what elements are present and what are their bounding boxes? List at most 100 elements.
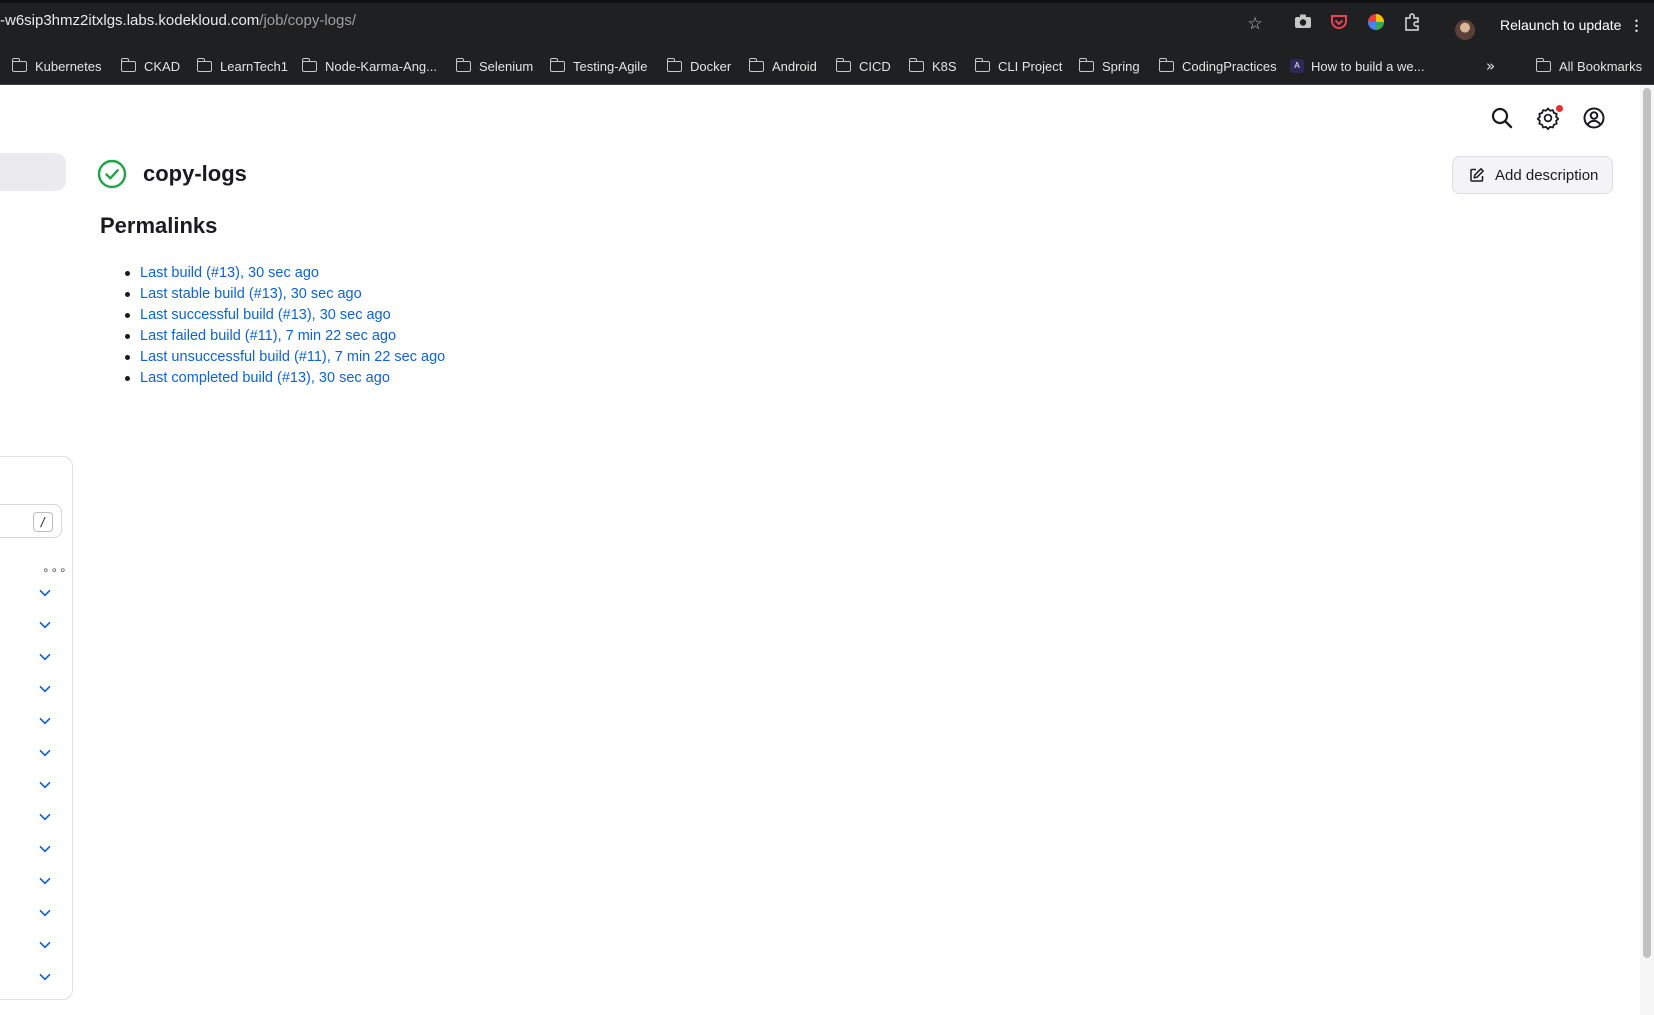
chevron-down-icon[interactable] (38, 618, 52, 632)
search-icon[interactable] (1489, 105, 1515, 131)
folder-icon (748, 57, 764, 72)
bookmark-spring[interactable]: Spring (1078, 56, 1140, 76)
bookmark-label: K8S (932, 58, 957, 74)
chevron-down-icon[interactable] (38, 810, 52, 824)
bookmark-selenium[interactable]: Selenium (455, 56, 534, 76)
list-item: Last completed build (#13), 30 sec ago (124, 368, 445, 389)
bookmark-label: CodingPractices (1182, 58, 1277, 74)
success-status-icon (97, 159, 127, 189)
chevron-down-icon[interactable] (38, 874, 52, 888)
bookmark-label: CICD (859, 58, 891, 74)
folder-icon (301, 57, 317, 72)
color-wheel-icon[interactable] (1365, 13, 1387, 35)
page-title: copy-logs (143, 161, 247, 186)
chevron-down-icon[interactable] (38, 650, 52, 664)
bookmark-codingpractices[interactable]: CodingPractices (1158, 56, 1277, 76)
bookmark-label: How to build a we... (1311, 58, 1425, 74)
permalink-last-unsuccessful-build[interactable]: Last unsuccessful build (#11), 7 min 22 … (140, 349, 445, 365)
chevron-down-icon[interactable] (38, 938, 52, 952)
scrollbar-thumb[interactable] (1643, 88, 1651, 958)
folder-icon (835, 57, 851, 72)
permalink-last-stable-build[interactable]: Last stable build (#13), 30 sec ago (140, 286, 362, 302)
user-account-icon[interactable] (1581, 105, 1607, 131)
url-path: /job/copy-logs/ (259, 12, 357, 29)
list-item: Last successful build (#13), 30 sec ago (124, 305, 445, 326)
bookmarks-bar: Kubernetes CKAD LearnTech1 Node-Karma-An… (0, 45, 1654, 85)
add-description-button[interactable]: Add description (1452, 156, 1613, 194)
bookmark-label: Docker (690, 58, 732, 74)
folder-icon (196, 57, 212, 72)
bookmark-label: CKAD (144, 58, 181, 74)
camera-icon[interactable] (1292, 13, 1314, 35)
jenkins-job-page: copy-logs Add description Permalinks Las… (0, 85, 1640, 1015)
address-bar[interactable]: -w6sip3hmz2itxlgs.labs.kodekloud.com/job… (0, 12, 356, 29)
edit-icon (1470, 168, 1484, 182)
folder-icon (666, 57, 682, 72)
folder-icon (1078, 57, 1094, 72)
permalink-last-completed-build[interactable]: Last completed build (#13), 30 sec ago (140, 370, 390, 386)
list-item: Last build (#13), 30 sec ago (124, 263, 445, 284)
folder-icon (1158, 57, 1174, 72)
bookmark-label: Selenium (479, 58, 534, 74)
list-item: Last unsuccessful build (#11), 7 min 22 … (124, 347, 445, 368)
folder-icon (974, 57, 990, 72)
bookmark-label: LearnTech1 (220, 58, 288, 74)
chevron-down-icon[interactable] (38, 906, 52, 920)
bookmark-node-karma[interactable]: Node-Karma-Ang... (301, 56, 437, 76)
folder-icon (11, 57, 27, 72)
add-description-label: Add description (1495, 166, 1599, 184)
bookmark-label: Kubernetes (35, 58, 102, 74)
bookmark-label: Android (772, 58, 817, 74)
bookmark-star-icon[interactable]: ☆ (1244, 13, 1266, 35)
kebab-menu-icon: ⋮ (1629, 17, 1644, 33)
folder-icon (120, 57, 136, 72)
notification-dot (1556, 105, 1563, 112)
bookmark-cicd[interactable]: CICD (835, 56, 891, 76)
permalink-last-build[interactable]: Last build (#13), 30 sec ago (140, 265, 319, 281)
chevron-down-icon[interactable] (38, 682, 52, 696)
chevron-down-icon[interactable] (38, 842, 52, 856)
bookmark-docker[interactable]: Docker (666, 56, 732, 76)
bookmark-label: Node-Karma-Ang... (325, 58, 437, 74)
bookmark-how-to-build[interactable]: A How to build a we... (1290, 56, 1424, 76)
relaunch-label: Relaunch to update (1500, 17, 1622, 33)
bookmark-testing-agile[interactable]: Testing-Agile (549, 56, 648, 76)
more-options-icon[interactable]: ∘∘∘ (42, 563, 68, 577)
bookmark-label: Testing-Agile (573, 58, 648, 74)
site-logo-icon: A (1290, 59, 1304, 73)
bookmark-label: CLI Project (998, 58, 1063, 74)
list-item: Last failed build (#11), 7 min 22 sec ag… (124, 326, 445, 347)
all-bookmarks[interactable]: All Bookmarks (1535, 56, 1643, 76)
chevron-down-icon[interactable] (38, 714, 52, 728)
chevron-down-icon[interactable] (38, 586, 52, 600)
pocket-icon[interactable] (1328, 13, 1350, 35)
bookmark-ckad[interactable]: CKAD (120, 56, 181, 76)
folder-icon (549, 57, 565, 72)
chevron-down-icon[interactable] (38, 970, 52, 984)
list-item: Last stable build (#13), 30 sec ago (124, 284, 445, 305)
bookmark-k8s[interactable]: K8S (908, 56, 957, 76)
bookmark-android[interactable]: Android (748, 56, 817, 76)
url-host: -w6sip3hmz2itxlgs.labs.kodekloud.com (0, 12, 260, 29)
browser-toolbar: -w6sip3hmz2itxlgs.labs.kodekloud.com/job… (0, 0, 1654, 45)
permalinks-heading: Permalinks (100, 213, 218, 238)
keyboard-shortcut-hint: / (33, 512, 53, 532)
chevron-down-icon[interactable] (38, 746, 52, 760)
bookmark-cli-project[interactable]: CLI Project (974, 56, 1063, 76)
bookmark-learntech1[interactable]: LearnTech1 (196, 56, 288, 76)
folder-icon (1535, 57, 1551, 72)
sidebar-active-item[interactable] (0, 153, 66, 191)
folder-icon (908, 57, 924, 72)
extensions-icon[interactable] (1401, 13, 1423, 35)
bookmark-kubernetes[interactable]: Kubernetes (11, 56, 102, 76)
bookmark-label: Spring (1102, 58, 1140, 74)
all-bookmarks-label: All Bookmarks (1559, 58, 1643, 74)
permalink-last-failed-build[interactable]: Last failed build (#11), 7 min 22 sec ag… (140, 328, 396, 344)
permalinks-list: Last build (#13), 30 sec ago Last stable… (124, 263, 445, 389)
chevron-down-icon[interactable] (38, 778, 52, 792)
folder-icon (455, 57, 471, 72)
relaunch-button[interactable]: Relaunch to update ⋮ (1492, 12, 1653, 40)
permalink-last-successful-build[interactable]: Last successful build (#13), 30 sec ago (140, 307, 391, 323)
more-bookmarks-chevron-icon[interactable]: » (1486, 56, 1495, 76)
profile-avatar[interactable] (1455, 20, 1475, 40)
